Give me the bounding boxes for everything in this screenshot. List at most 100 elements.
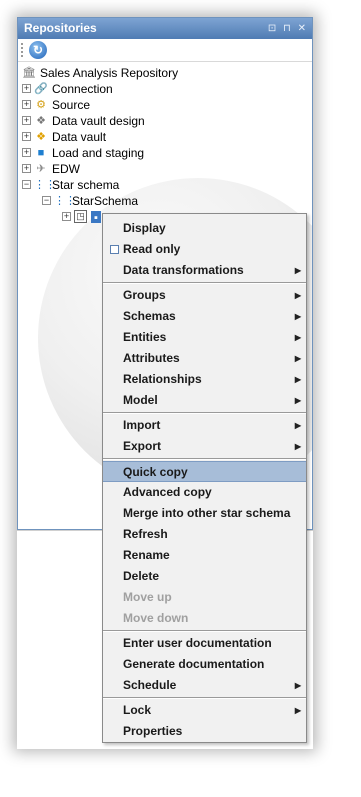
menu-item-properties[interactable]: Properties bbox=[103, 721, 306, 742]
tree-node-label: Connection bbox=[52, 81, 113, 96]
toolbar-grip-icon[interactable] bbox=[21, 43, 23, 57]
menu-item-label: Read only bbox=[123, 242, 181, 256]
expand-icon[interactable]: + bbox=[22, 132, 31, 142]
submenu-arrow-icon: ▶ bbox=[294, 706, 301, 715]
submenu-arrow-icon: ▶ bbox=[294, 291, 301, 300]
submenu-arrow-icon: ▶ bbox=[294, 396, 301, 405]
connection-icon: 🔗 bbox=[34, 82, 48, 95]
submenu-arrow-icon: ▶ bbox=[294, 375, 301, 384]
tree-node-label: Data vault design bbox=[52, 113, 145, 128]
menu-item-import[interactable]: Import ▶ bbox=[103, 415, 306, 436]
panel-window-controls[interactable]: ⊡ ⊓ ✕ bbox=[268, 18, 308, 39]
tree-node-starschema[interactable]: − ⋮⋮StarSchema bbox=[42, 192, 138, 208]
menu-separator bbox=[103, 630, 306, 632]
expand-icon[interactable]: + bbox=[22, 164, 31, 174]
tree-node-starschema-child[interactable]: + ◳ ▪ bbox=[62, 208, 105, 224]
tree-node-load-and-staging[interactable]: + ■ Load and staging bbox=[22, 144, 144, 160]
menu-item-label: Relationships bbox=[123, 372, 202, 386]
menu-item-label: Entities bbox=[123, 330, 167, 344]
tree-node-data-vault[interactable]: + ❖ Data vault bbox=[22, 128, 106, 144]
refresh-icon[interactable]: ↻ bbox=[29, 41, 47, 59]
menu-item-merge-into-other-star-schema[interactable]: Merge into other star schema bbox=[103, 503, 306, 524]
context-menu: Display Read only Data transformations ▶ … bbox=[102, 213, 307, 743]
selected-model-icon: ▪ bbox=[91, 210, 101, 224]
menu-item-rename[interactable]: Rename bbox=[103, 545, 306, 566]
menu-item-enter-user-documentation[interactable]: Enter user documentation bbox=[103, 633, 306, 654]
menu-item-label: Model bbox=[123, 393, 158, 407]
menu-item-model[interactable]: Model ▶ bbox=[103, 390, 306, 411]
menu-item-entities[interactable]: Entities ▶ bbox=[103, 327, 306, 348]
menu-item-label: Attributes bbox=[123, 351, 180, 365]
menu-item-label: Properties bbox=[123, 724, 183, 738]
tree-node-source[interactable]: + ⚙ Source bbox=[22, 96, 90, 112]
menu-item-label: Data transformations bbox=[123, 263, 244, 277]
tree-node-label: StarSchema bbox=[72, 193, 139, 208]
star-schema-icon: ⋮⋮ bbox=[34, 178, 56, 191]
menu-item-label: Import bbox=[123, 418, 161, 432]
menu-item-schemas[interactable]: Schemas ▶ bbox=[103, 306, 306, 327]
data-vault-design-icon: ❖ bbox=[36, 114, 46, 127]
menu-item-lock[interactable]: Lock ▶ bbox=[103, 700, 306, 721]
expand-icon[interactable]: + bbox=[22, 148, 31, 158]
menu-item-refresh[interactable]: Refresh bbox=[103, 524, 306, 545]
data-vault-icon: ❖ bbox=[36, 130, 46, 143]
collapse-icon[interactable]: − bbox=[42, 196, 51, 206]
menu-item-label: Groups bbox=[123, 288, 166, 302]
menu-item-move-down: Move down bbox=[103, 608, 306, 629]
menu-item-quick-copy[interactable]: Quick copy bbox=[103, 461, 306, 482]
expand-icon[interactable]: + bbox=[22, 100, 31, 110]
menu-item-label: Export bbox=[123, 439, 162, 453]
expand-icon[interactable]: + bbox=[62, 212, 71, 222]
menu-item-generate-documentation[interactable]: Generate documentation bbox=[103, 654, 306, 675]
menu-item-label: Schemas bbox=[123, 309, 176, 323]
tree-node-root[interactable]: 🏛 Sales Analysis Repository bbox=[22, 64, 178, 80]
source-icon: ⚙ bbox=[36, 98, 46, 111]
tree-node-label: Sales Analysis Repository bbox=[40, 65, 179, 80]
expand-icon[interactable]: + bbox=[22, 116, 31, 126]
menu-item-label: Move down bbox=[123, 611, 189, 625]
collapse-icon[interactable]: − bbox=[22, 180, 31, 190]
panel-titlebar[interactable]: Repositories ⊡ ⊓ ✕ bbox=[18, 18, 312, 39]
menu-item-groups[interactable]: Groups ▶ bbox=[103, 285, 306, 306]
menu-item-move-up: Move up bbox=[103, 587, 306, 608]
menu-separator bbox=[103, 458, 306, 460]
menu-item-read-only[interactable]: Read only bbox=[103, 239, 306, 260]
menu-separator bbox=[103, 697, 306, 699]
submenu-arrow-icon: ▶ bbox=[294, 421, 301, 430]
tree-node-data-vault-design[interactable]: + ❖ Data vault design bbox=[22, 112, 145, 128]
menu-item-export[interactable]: Export ▶ bbox=[103, 436, 306, 457]
menu-item-delete[interactable]: Delete bbox=[103, 566, 306, 587]
menu-item-schedule[interactable]: Schedule ▶ bbox=[103, 675, 306, 696]
menu-item-relationships[interactable]: Relationships ▶ bbox=[103, 369, 306, 390]
tree-node-label: EDW bbox=[52, 161, 80, 176]
tree-node-label: Data vault bbox=[52, 129, 107, 144]
tree-node-label: Load and staging bbox=[52, 145, 145, 160]
tree-node-edw[interactable]: + ✈ EDW bbox=[22, 160, 80, 176]
checkbox-icon[interactable] bbox=[110, 245, 119, 254]
menu-separator bbox=[103, 412, 306, 414]
tree-node-label: Star schema bbox=[52, 177, 120, 192]
load-staging-icon: ■ bbox=[37, 146, 45, 159]
menu-item-label: Display bbox=[123, 221, 166, 235]
menu-item-label: Enter user documentation bbox=[123, 636, 272, 650]
tree-node-label: Source bbox=[52, 97, 91, 112]
menu-item-data-transformations[interactable]: Data transformations ▶ bbox=[103, 260, 306, 281]
menu-item-attributes[interactable]: Attributes ▶ bbox=[103, 348, 306, 369]
submenu-arrow-icon: ▶ bbox=[294, 442, 301, 451]
menu-item-advanced-copy[interactable]: Advanced copy bbox=[103, 482, 306, 503]
diagram-icon: ◳ bbox=[74, 210, 87, 224]
menu-item-label: Rename bbox=[123, 548, 170, 562]
menu-item-label: Merge into other star schema bbox=[123, 506, 291, 520]
expand-icon[interactable]: + bbox=[22, 84, 31, 94]
tree-node-connection[interactable]: + 🔗 Connection bbox=[22, 80, 113, 96]
star-schema-icon: ⋮⋮ bbox=[54, 194, 76, 207]
submenu-arrow-icon: ▶ bbox=[294, 333, 301, 342]
tree-node-star-schema[interactable]: − ⋮⋮Star schema bbox=[22, 176, 119, 192]
submenu-arrow-icon: ▶ bbox=[294, 312, 301, 321]
menu-item-label: Refresh bbox=[123, 527, 168, 541]
panel-toolbar: ↻ bbox=[18, 39, 312, 62]
menu-item-label: Quick copy bbox=[123, 465, 188, 479]
submenu-arrow-icon: ▶ bbox=[294, 354, 301, 363]
submenu-arrow-icon: ▶ bbox=[294, 681, 301, 690]
menu-item-display[interactable]: Display bbox=[103, 218, 306, 239]
